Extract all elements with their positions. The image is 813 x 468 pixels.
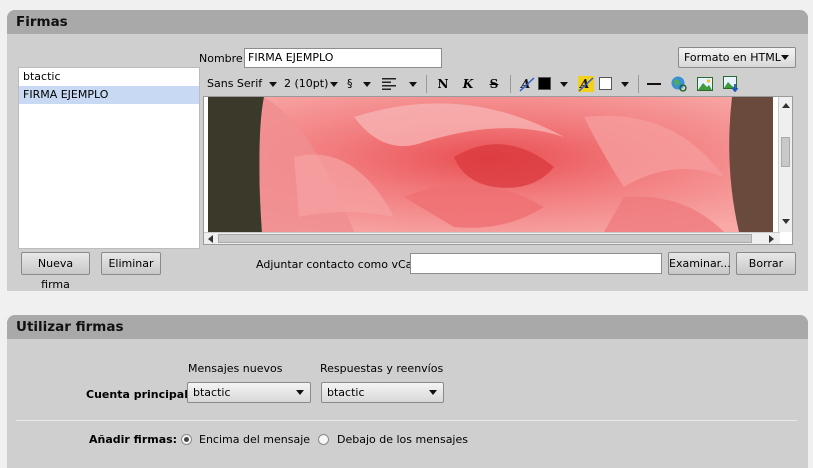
- chevron-down-icon: [781, 55, 789, 60]
- signature-editor[interactable]: [203, 96, 793, 245]
- insert-image-from-file-button[interactable]: [723, 73, 741, 95]
- chevron-down-icon: [269, 82, 277, 87]
- toolbar-separator: [638, 75, 639, 93]
- signature-list-item-btactic[interactable]: btactic: [19, 68, 199, 86]
- rose-image: [204, 97, 781, 232]
- cuenta-respuestas-select[interactable]: btactic: [321, 382, 444, 403]
- font-family-select[interactable]: Sans Serif: [207, 73, 277, 95]
- font-size-select[interactable]: 2 (10pt): [284, 73, 342, 95]
- vcard-input[interactable]: [410, 253, 662, 274]
- eliminar-button[interactable]: Eliminar: [101, 252, 161, 275]
- editor-horizontal-scrollbar[interactable]: [204, 232, 780, 244]
- chevron-down-icon: [409, 82, 417, 87]
- bold-label: N: [437, 77, 449, 91]
- insert-image-button[interactable]: [697, 73, 715, 95]
- editor-toolbar: Sans Serif 2 (10pt) § N K S A A: [203, 73, 803, 97]
- chevron-down-icon: [621, 82, 629, 87]
- firmas-title: Firmas: [7, 10, 808, 34]
- font-size-value: 2 (10pt): [284, 77, 329, 90]
- nueva-firma-button[interactable]: Nueva firma: [21, 252, 90, 291]
- paragraph-style-select[interactable]: §: [347, 73, 373, 95]
- image-icon: [697, 77, 713, 91]
- chevron-down-icon: [330, 82, 338, 87]
- formato-select-value: Formato en HTML: [684, 51, 781, 64]
- signature-list: btactic FIRMA EJEMPLO: [18, 67, 200, 249]
- bold-button[interactable]: N: [436, 73, 450, 95]
- font-color-button[interactable]: A: [519, 73, 569, 95]
- section-divider: [16, 420, 797, 421]
- col-mensajes-nuevos: Mensajes nuevos: [188, 362, 283, 375]
- formato-select[interactable]: Formato en HTML: [678, 47, 796, 68]
- anadir-firmas-label: Añadir firmas:: [89, 433, 178, 446]
- highlight-icon: A: [578, 76, 594, 92]
- option-encima-label[interactable]: Encima del mensaje: [199, 433, 310, 446]
- toolbar-separator: [510, 75, 511, 93]
- insert-link-button[interactable]: [671, 73, 689, 95]
- horizontal-rule-icon: [647, 83, 661, 85]
- nombre-label: Nombre:: [199, 52, 247, 65]
- italic-button[interactable]: K: [461, 73, 475, 95]
- highlight-color-button[interactable]: A: [578, 73, 630, 95]
- scroll-right-arrow[interactable]: [769, 235, 774, 243]
- utilizar-firmas-title: Utilizar firmas: [7, 315, 808, 339]
- paragraph-symbol: §: [347, 77, 353, 90]
- vcard-label: Adjuntar contacto como vCard:: [256, 258, 428, 271]
- font-color-swatch: [538, 77, 551, 90]
- examinar-button[interactable]: Examinar...: [668, 252, 731, 275]
- option-debajo-label[interactable]: Debajo de los mensajes: [337, 433, 468, 446]
- chevron-down-icon: [560, 82, 568, 87]
- font-family-value: Sans Serif: [207, 77, 263, 90]
- scroll-up-arrow[interactable]: [782, 103, 790, 108]
- highlight-color-swatch: [599, 77, 612, 90]
- horizontal-rule-button[interactable]: [646, 73, 662, 95]
- toolbar-separator: [426, 75, 427, 93]
- align-left-icon: [382, 78, 396, 90]
- scroll-left-arrow[interactable]: [208, 235, 213, 243]
- strikethrough-button[interactable]: S: [487, 73, 501, 95]
- chevron-down-icon: [363, 82, 371, 87]
- cuenta-principal-label: Cuenta principal:: [86, 388, 193, 401]
- scroll-thumb[interactable]: [781, 137, 790, 167]
- cuenta-nuevos-value: btactic: [193, 386, 231, 399]
- radio-encima-del-mensaje[interactable]: [181, 434, 192, 445]
- chevron-down-icon: [296, 390, 304, 395]
- image-download-icon: [723, 76, 739, 92]
- nombre-input[interactable]: FIRMA EJEMPLO: [244, 48, 442, 68]
- borrar-button[interactable]: Borrar: [736, 252, 796, 275]
- cuenta-nuevos-select[interactable]: btactic: [187, 382, 311, 403]
- editor-vertical-scrollbar[interactable]: [778, 97, 792, 232]
- chevron-down-icon: [429, 390, 437, 395]
- strike-label: S: [489, 77, 499, 91]
- radio-debajo-de-los-mensajes[interactable]: [318, 434, 329, 445]
- scroll-thumb-horizontal[interactable]: [218, 234, 752, 243]
- signature-list-item-firma-ejemplo[interactable]: FIRMA EJEMPLO: [19, 86, 199, 104]
- align-select[interactable]: [381, 73, 421, 95]
- cuenta-respuestas-value: btactic: [327, 386, 365, 399]
- font-color-icon: A: [519, 77, 535, 92]
- scroll-down-arrow[interactable]: [782, 219, 790, 224]
- link-globe-icon: [671, 76, 687, 92]
- col-respuestas-reenvios: Respuestas y reenvíos: [320, 362, 444, 375]
- italic-label: K: [462, 77, 474, 91]
